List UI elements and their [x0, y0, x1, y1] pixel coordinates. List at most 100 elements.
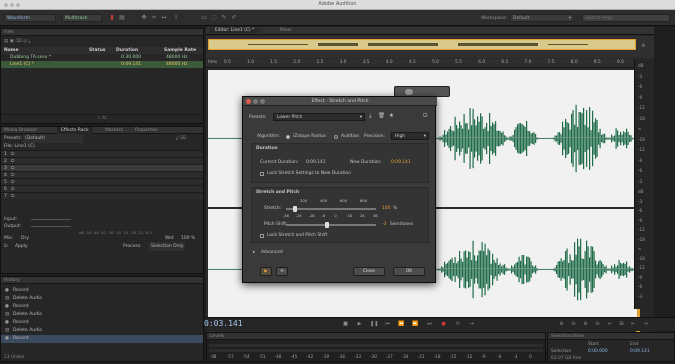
pause-icon[interactable]: ❚❚	[370, 321, 378, 328]
tab-editor[interactable]: Editor: Line1 (C) *	[209, 28, 261, 33]
history-item-current[interactable]: ● Record	[1, 335, 203, 343]
file-row[interactable]: Dubbing TA.sesx * 0:30.000 48000 Hz	[1, 54, 203, 61]
rack-slot[interactable]: 2 ⏻	[1, 157, 203, 164]
advanced-disclosure-icon[interactable]: ▸	[253, 250, 255, 255]
history-item[interactable]: ▥ Delete Audio	[1, 311, 203, 319]
loop-preview-button[interactable]: ⟲	[276, 267, 288, 276]
preview-play-button[interactable]: ▶	[260, 267, 272, 276]
zoom-icon[interactable]: ⊕	[641, 43, 645, 49]
move-tool-icon[interactable]: ✥	[140, 14, 148, 22]
output-level-slider[interactable]	[31, 226, 71, 227]
favorite-star-icon[interactable]: ★	[389, 113, 394, 119]
rack-slot[interactable]: 3 ⏻	[1, 164, 203, 171]
zoom-out-time-icon[interactable]: ⊖	[594, 321, 601, 328]
history-item[interactable]: ▥ Delete Audio	[1, 327, 203, 335]
zoom-in-time-icon[interactable]: ⊕	[582, 321, 589, 328]
slip-tool-icon[interactable]: ↔	[160, 14, 168, 22]
spectral-pitch-icon[interactable]: ▤	[118, 14, 126, 22]
waveform-view-button[interactable]: Waveform	[4, 14, 56, 22]
rack-slot[interactable]: 5 ⏻	[1, 178, 203, 185]
pitch-shift-value[interactable]: -3	[382, 222, 386, 227]
fast-forward-icon[interactable]: ⏩	[412, 321, 419, 328]
power-icon[interactable]: ⏻	[4, 244, 8, 249]
tab-media-browser[interactable]: Media Browser	[4, 128, 37, 133]
go-to-end-icon[interactable]: ⏭	[426, 321, 433, 328]
stretch-value[interactable]: 100	[382, 206, 390, 211]
col-duration-header[interactable]: Duration	[116, 47, 138, 54]
close-dialog-icon[interactable]	[246, 99, 251, 104]
radio-izotope[interactable]	[286, 135, 290, 139]
waveform-overview[interactable]: ⊕	[206, 36, 654, 58]
loop-icon[interactable]: ⟲	[454, 321, 461, 328]
play-icon[interactable]: ▶	[356, 321, 363, 328]
tab-markers[interactable]: Markers	[105, 127, 123, 134]
zoom-full-icon[interactable]: ⇔	[606, 321, 613, 328]
pitch-shift-slider-knob[interactable]	[325, 222, 330, 228]
advanced-toggle[interactable]: Advanced	[261, 250, 283, 255]
rack-slot[interactable]: 6 ⏻	[1, 185, 203, 192]
history-item[interactable]: ● Record	[1, 287, 203, 295]
record-icon[interactable]: ●	[440, 321, 447, 328]
dialog-presets-select[interactable]: Lower Pitch ▾	[273, 113, 365, 121]
go-to-start-icon[interactable]: ⏮	[384, 321, 391, 328]
tab-mixer[interactable]: Mixer	[280, 28, 292, 33]
rack-slot[interactable]: 4 ⏻	[1, 171, 203, 178]
history-panel-header[interactable]: History	[1, 277, 203, 284]
power-icon[interactable]: ⏻	[423, 113, 427, 120]
mix-wet-value[interactable]: 100 %	[181, 235, 195, 242]
zoom-right-icon[interactable]: ⇥	[642, 321, 649, 328]
zoom-in-amplitude-icon[interactable]: ⊕	[558, 321, 565, 328]
save-preset-icon[interactable]: ⤓ ⌫	[176, 134, 186, 143]
brush-tool-icon[interactable]: ✎	[220, 14, 228, 22]
zoom-left-icon[interactable]: ⇤	[630, 321, 637, 328]
selection-end-value[interactable]: 0:09.141	[630, 349, 650, 354]
spot-healing-icon[interactable]: ✐	[230, 14, 238, 22]
file-row[interactable]: Line1 (C) * 0:09.141 48000 Hz	[1, 61, 203, 68]
stretch-slider-knob[interactable]	[293, 206, 297, 212]
delete-preset-icon[interactable]: 🗑	[378, 113, 385, 119]
stretch-slider[interactable]	[286, 208, 376, 210]
mini-control-icon[interactable]	[405, 89, 413, 95]
process-select[interactable]: Selection Only	[149, 242, 186, 251]
marquee-tool-icon[interactable]: ▭	[200, 14, 208, 22]
pitch-shift-slider[interactable]	[286, 224, 376, 226]
lock-stretch-checkbox[interactable]	[260, 172, 264, 176]
col-status-header[interactable]: Status	[89, 47, 105, 54]
rack-presets-select[interactable]: (Default)	[23, 134, 83, 143]
history-item[interactable]: ● Record	[1, 303, 203, 311]
new-duration-value[interactable]: 0:09.141	[391, 160, 411, 165]
power-icon[interactable]: ⏻	[7, 194, 15, 199]
precision-select[interactable]: High ▾	[391, 132, 429, 140]
history-item[interactable]: ● Record	[1, 319, 203, 327]
workspace-select[interactable]: Default ▾	[510, 14, 574, 22]
history-item[interactable]: ▥ Delete Audio	[1, 295, 203, 303]
zoom-out-amplitude-icon[interactable]: ⊖	[570, 321, 577, 328]
rewind-icon[interactable]: ⏪	[398, 321, 405, 328]
apply-button[interactable]: Apply	[15, 242, 28, 251]
tab-effects-rack[interactable]: Effects Rack	[57, 127, 93, 134]
zoom-selection-icon[interactable]: ⊞	[618, 321, 625, 328]
razor-tool-icon[interactable]: ✂	[150, 14, 158, 22]
selection-start-value[interactable]: 0:00.000	[588, 349, 608, 354]
lock-pitch-checkbox[interactable]	[260, 234, 264, 238]
levels-header[interactable]: Levels	[207, 333, 545, 340]
multitrack-view-button[interactable]: Multitrack	[62, 14, 102, 22]
lasso-tool-icon[interactable]: ◌	[210, 14, 218, 22]
stop-icon[interactable]: ■	[342, 321, 349, 328]
col-name-header[interactable]: Name	[4, 48, 19, 53]
time-ruler[interactable]: hms 0.5 1.0 1.5 2.0 2.5 3.0 3.5 4.0 4.5 5.0 5.5 6.0…	[206, 59, 638, 68]
search-help-input[interactable]: Search Help	[582, 14, 670, 22]
input-level-slider[interactable]	[31, 219, 71, 220]
selection-view-header[interactable]: Selection/View	[548, 333, 674, 340]
ok-button[interactable]: OK	[393, 267, 425, 276]
save-preset-icon[interactable]: ⤓	[369, 113, 371, 120]
rack-slot[interactable]: 7 ⏻	[1, 192, 203, 199]
spectral-frequency-icon[interactable]: ▮	[108, 14, 116, 22]
close-button[interactable]: Close	[353, 267, 385, 276]
radio-audition[interactable]	[334, 135, 338, 139]
col-sample-rate-header[interactable]: Sample Rate	[164, 47, 196, 54]
skip-icon[interactable]: ⇥	[468, 321, 475, 328]
files-panel-header[interactable]: Files	[1, 29, 203, 36]
time-selection-tool-icon[interactable]: I	[172, 14, 180, 22]
rack-slot[interactable]: 1 ⏻	[1, 150, 203, 157]
